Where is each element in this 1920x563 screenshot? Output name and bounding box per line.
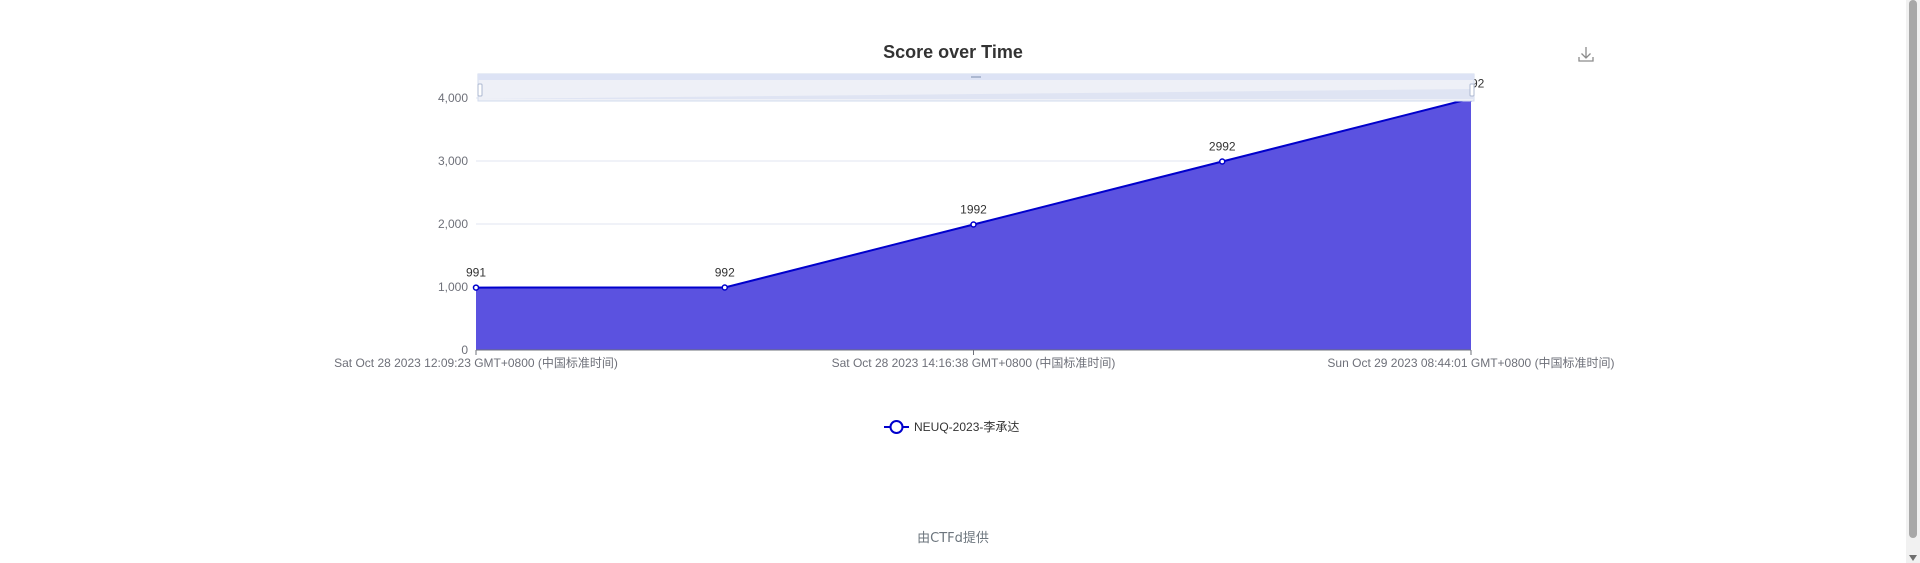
data-label: 2992 (1209, 140, 1236, 154)
data-zoom-slider[interactable] (477, 73, 1475, 102)
y-tick-label: 2,000 (438, 217, 468, 231)
scrollbar-thumb[interactable] (1909, 0, 1917, 538)
data-point[interactable] (472, 284, 480, 291)
legend-marker-icon (889, 420, 904, 434)
x-tick-label: Sun Oct 29 2023 08:44:01 GMT+0800 (中国标准时… (1327, 355, 1614, 370)
data-point[interactable] (721, 284, 728, 291)
chart-title: Score over Time (883, 42, 1023, 62)
y-tick-label: 1,000 (438, 280, 468, 294)
data-label: 991 (466, 266, 486, 280)
y-tick-label: 3,000 (438, 154, 468, 168)
data-zoom-right-handle[interactable] (1469, 83, 1475, 97)
legend-label: NEUQ-2023-李承达 (914, 419, 1019, 434)
y-tick-label: 4,000 (438, 91, 468, 105)
legend[interactable]: NEUQ-2023-李承达 (884, 419, 1019, 434)
score-chart: Score over Time 991992199229923992 01,00… (334, 42, 1615, 434)
x-tick-label: Sat Oct 28 2023 14:16:38 GMT+0800 (中国标准时… (832, 355, 1116, 370)
download-icon[interactable] (1574, 42, 1598, 66)
data-label: 1992 (960, 203, 987, 217)
x-tick-label: Sat Oct 28 2023 12:09:23 GMT+0800 (中国标准时… (334, 355, 618, 370)
y-tick-label: 0 (461, 343, 468, 357)
data-zoom-left-handle[interactable] (477, 83, 483, 97)
data-point[interactable] (970, 221, 977, 228)
data-point[interactable] (1219, 158, 1226, 165)
data-zoom-move-handle[interactable] (971, 76, 981, 78)
data-label: 992 (715, 266, 735, 280)
vertical-scrollbar[interactable] (1906, 0, 1920, 563)
footer-credit: 由CTFd提供 (917, 531, 989, 546)
scroll-down-arrow-icon[interactable] (1909, 555, 1917, 561)
